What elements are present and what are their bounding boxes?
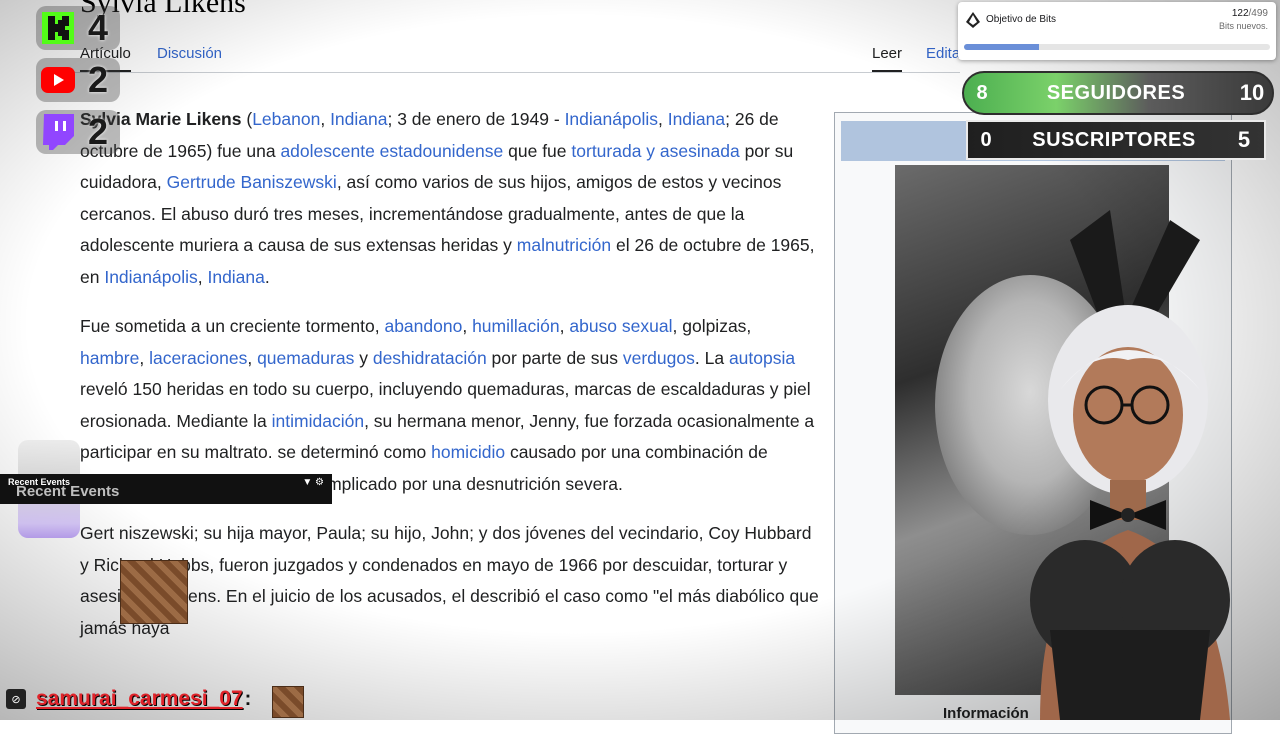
article-paragraph: Gert niszewski; su hija mayor, Paula; su… <box>80 518 820 644</box>
bits-progress-bar <box>964 44 1270 50</box>
bits-current: 122 <box>1231 8 1249 19</box>
wiki-link[interactable]: malnutrición <box>517 235 611 255</box>
wiki-link[interactable]: intimidación <box>272 411 364 431</box>
subscribers-goal-value: 5 <box>1237 127 1251 152</box>
followers-label: SEGUIDORES <box>1046 81 1186 104</box>
twitch-icon <box>38 112 78 152</box>
bits-goal-count: 122/499 <box>1232 8 1268 19</box>
bits-icon <box>966 12 980 28</box>
wiki-link[interactable]: abandono <box>384 316 462 336</box>
hidden-eye-icon[interactable]: ⊘ <box>6 689 26 709</box>
youtube-viewer-counter: 2 <box>36 58 120 102</box>
followers-current: 8 <box>976 81 988 104</box>
wiki-link[interactable]: adolescente estadounidense <box>280 141 503 161</box>
article-text: , <box>657 109 668 129</box>
wiki-link[interactable]: verdugos <box>623 348 695 368</box>
chat-username: samurai_carmesi_07 <box>36 687 243 710</box>
bits-goal-widget: Objetivo de Bits 122/499 Bits nuevos. <box>958 2 1276 60</box>
wiki-link[interactable]: Indiana <box>207 267 264 287</box>
article-text: , <box>247 347 258 368</box>
kick-viewer-counter: 4 <box>36 6 120 50</box>
subscribers-goal: 0 SUSCRIPTORES 5 <box>966 120 1266 160</box>
recent-events-title: Recent Events <box>8 477 71 487</box>
wiki-link[interactable]: homicidio <box>431 442 505 462</box>
article-body: Sylvia Marie Likens (Lebanon, Indiana; 3… <box>80 104 820 662</box>
chat-message: ⊘ samurai_carmesi_07 : <box>0 682 310 716</box>
article-text: ; 3 de enero de 1949 - <box>387 109 565 129</box>
article-text: , <box>559 316 570 336</box>
article-text: se determinó como <box>277 442 432 462</box>
wiki-link[interactable]: abuso sexual <box>569 316 672 336</box>
recent-events-widget: Recent Events Recent Events ▼ ⚙ <box>0 474 332 504</box>
wiki-link[interactable]: Gertrude Baniszewski <box>167 172 337 192</box>
kick-count: 4 <box>88 7 109 48</box>
article-text: . <box>264 266 270 287</box>
chat-colon: : <box>244 687 252 710</box>
filter-icon[interactable]: ▼ <box>302 477 312 488</box>
article-text: causado por una combinación de <box>505 442 768 462</box>
followers-goal: 8 SEGUIDORES 10 <box>962 71 1274 115</box>
article-text: , <box>197 266 208 287</box>
recent-events-controls[interactable]: ▼ ⚙ <box>302 477 324 488</box>
wiki-link[interactable]: quemaduras <box>257 348 354 368</box>
article-text: por parte de sus <box>486 347 623 368</box>
subscribers-label: SUSCRIPTORES <box>1032 128 1196 151</box>
wiki-link[interactable]: hambre <box>80 348 139 368</box>
vtuber-avatar <box>1000 200 1280 720</box>
article-text: , complicado por una desnutrición severa… <box>298 473 623 494</box>
tabs-divider <box>70 72 960 73</box>
twitch-viewer-counter: 2 <box>36 110 120 154</box>
article-text: que fue <box>503 140 572 161</box>
tab-edit[interactable]: Edita <box>926 45 960 62</box>
tab-read[interactable]: Leer <box>872 45 903 72</box>
gear-icon[interactable]: ⚙ <box>315 477 324 488</box>
article-paragraph: Fue sometida a un creciente tormento, ab… <box>80 311 820 500</box>
youtube-count: 2 <box>88 59 109 100</box>
bits-goal-label: Objetivo de Bits <box>986 14 1057 25</box>
wiki-link[interactable]: autopsia <box>729 348 795 368</box>
kick-icon <box>38 8 78 48</box>
bits-max: /499 <box>1248 8 1268 19</box>
bits-progress-fill <box>964 44 1039 50</box>
article-text: , golpizas, <box>672 316 752 336</box>
article-text: ( <box>241 109 253 129</box>
wiki-link[interactable]: laceraciones <box>149 348 247 368</box>
tab-discussion[interactable]: Discusión <box>157 45 222 62</box>
wiki-link[interactable]: torturada y asesinada <box>571 141 739 161</box>
wiki-link[interactable]: Indianápolis <box>104 267 197 287</box>
twitch-count: 2 <box>88 111 109 152</box>
minecraft-head-emote <box>120 560 188 624</box>
article-text: . La <box>694 347 729 368</box>
article-paragraph: Sylvia Marie Likens (Lebanon, Indiana; 3… <box>80 104 820 293</box>
followers-goal-value: 10 <box>1239 80 1265 105</box>
wiki-link[interactable]: Indiana <box>668 109 725 129</box>
article-text: , <box>139 347 150 368</box>
youtube-icon <box>38 60 78 100</box>
wiki-link[interactable]: Indiana <box>330 109 387 129</box>
wiki-link[interactable]: humillación <box>472 316 560 336</box>
wiki-link[interactable]: Indianápolis <box>565 109 658 129</box>
article-text: , <box>462 316 473 336</box>
article-text: , <box>320 109 331 129</box>
article-text: Fue sometida a un creciente tormento, <box>80 316 385 336</box>
subscribers-current: 0 <box>980 128 992 151</box>
bits-goal-subtitle: Bits nuevos. <box>1218 21 1268 31</box>
wiki-link[interactable]: Lebanon <box>252 109 320 129</box>
wiki-link[interactable]: deshidratación <box>373 348 487 368</box>
article-text: y <box>354 347 373 368</box>
